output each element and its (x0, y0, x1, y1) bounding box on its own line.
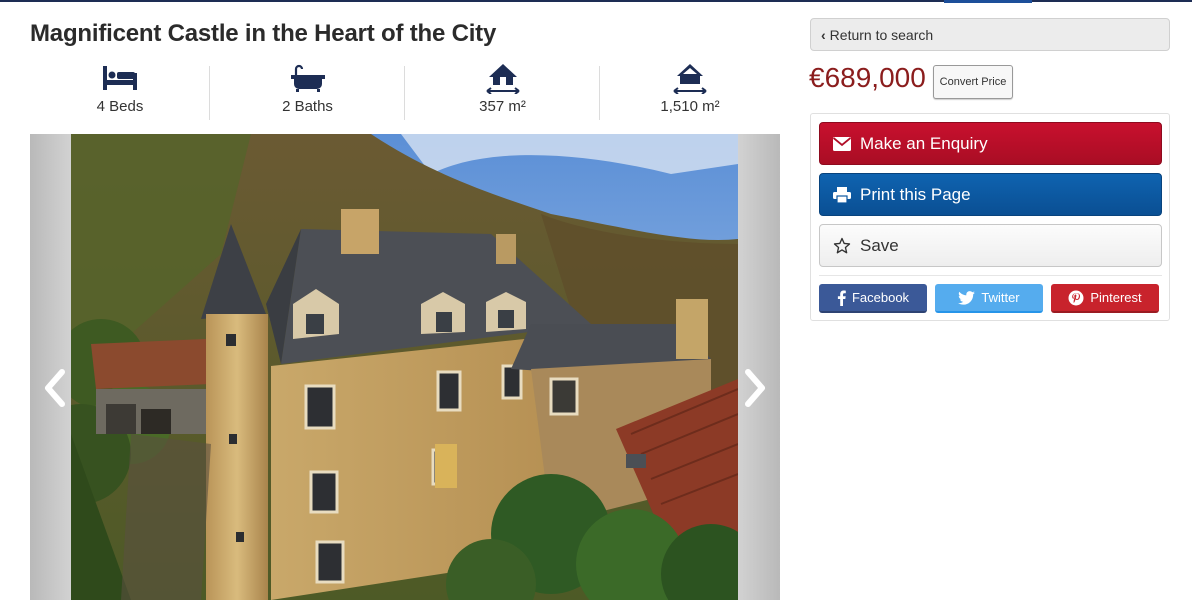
facebook-label: Facebook (851, 290, 910, 305)
make-enquiry-label: Make an Enquiry (860, 133, 988, 153)
listing-title: Magnificent Castle in the Heart of the C… (30, 20, 497, 47)
printer-icon (832, 185, 852, 205)
house-area-icon (484, 62, 522, 94)
print-page-label: Print this Page (860, 184, 971, 204)
chevron-right-icon (745, 369, 765, 407)
feature-land-area-label: 1,510 m² (660, 98, 720, 115)
save-button[interactable]: Save (819, 224, 1162, 267)
pinterest-label: Pinterest (1090, 290, 1142, 305)
gallery-next-button[interactable] (738, 366, 772, 410)
feature-bar: 4 Beds 2 Baths 357 m² 1,510 m² (30, 62, 780, 120)
panel-divider (819, 275, 1162, 276)
land-area-icon (671, 62, 709, 94)
feature-land-area: 1,510 m² (600, 62, 780, 120)
listing-price: €689,000 (809, 62, 926, 93)
return-to-search-button[interactable]: ‹ Return to search (810, 18, 1170, 51)
chevron-left-icon (45, 369, 65, 407)
pinterest-icon (1068, 290, 1084, 306)
feature-living-area-label: 357 m² (479, 98, 526, 115)
twitter-label: Twitter (981, 290, 1020, 305)
print-page-button[interactable]: Print this Page (819, 173, 1162, 216)
convert-price-button[interactable]: Convert Price (933, 65, 1013, 99)
make-enquiry-button[interactable]: Make an Enquiry (819, 122, 1162, 165)
twitter-icon (958, 290, 976, 305)
chevron-left-icon: ‹ (821, 26, 826, 43)
feature-baths-label: 2 Baths (282, 98, 333, 115)
top-nav-active-indicator (944, 0, 1032, 3)
return-to-search-label: Return to search (829, 26, 934, 43)
twitter-share-button[interactable]: Twitter (935, 284, 1043, 313)
star-outline-icon (832, 236, 852, 256)
save-label: Save (860, 235, 899, 255)
feature-beds: 4 Beds (30, 62, 210, 120)
pinterest-share-button[interactable]: Pinterest (1051, 284, 1159, 313)
action-panel: Make an Enquiry Print this Page Save Fac… (810, 113, 1170, 321)
feature-living-area: 357 m² (405, 62, 600, 120)
feature-beds-label: 4 Beds (96, 98, 144, 115)
facebook-share-button[interactable]: Facebook (819, 284, 927, 313)
bath-icon (289, 62, 327, 94)
photo-gallery[interactable] (30, 134, 780, 600)
feature-baths: 2 Baths (210, 62, 405, 120)
bed-icon (101, 62, 139, 94)
envelope-icon (832, 134, 852, 154)
gallery-prev-button[interactable] (38, 366, 72, 410)
facebook-icon (837, 290, 846, 306)
castle-photo[interactable] (71, 134, 738, 600)
